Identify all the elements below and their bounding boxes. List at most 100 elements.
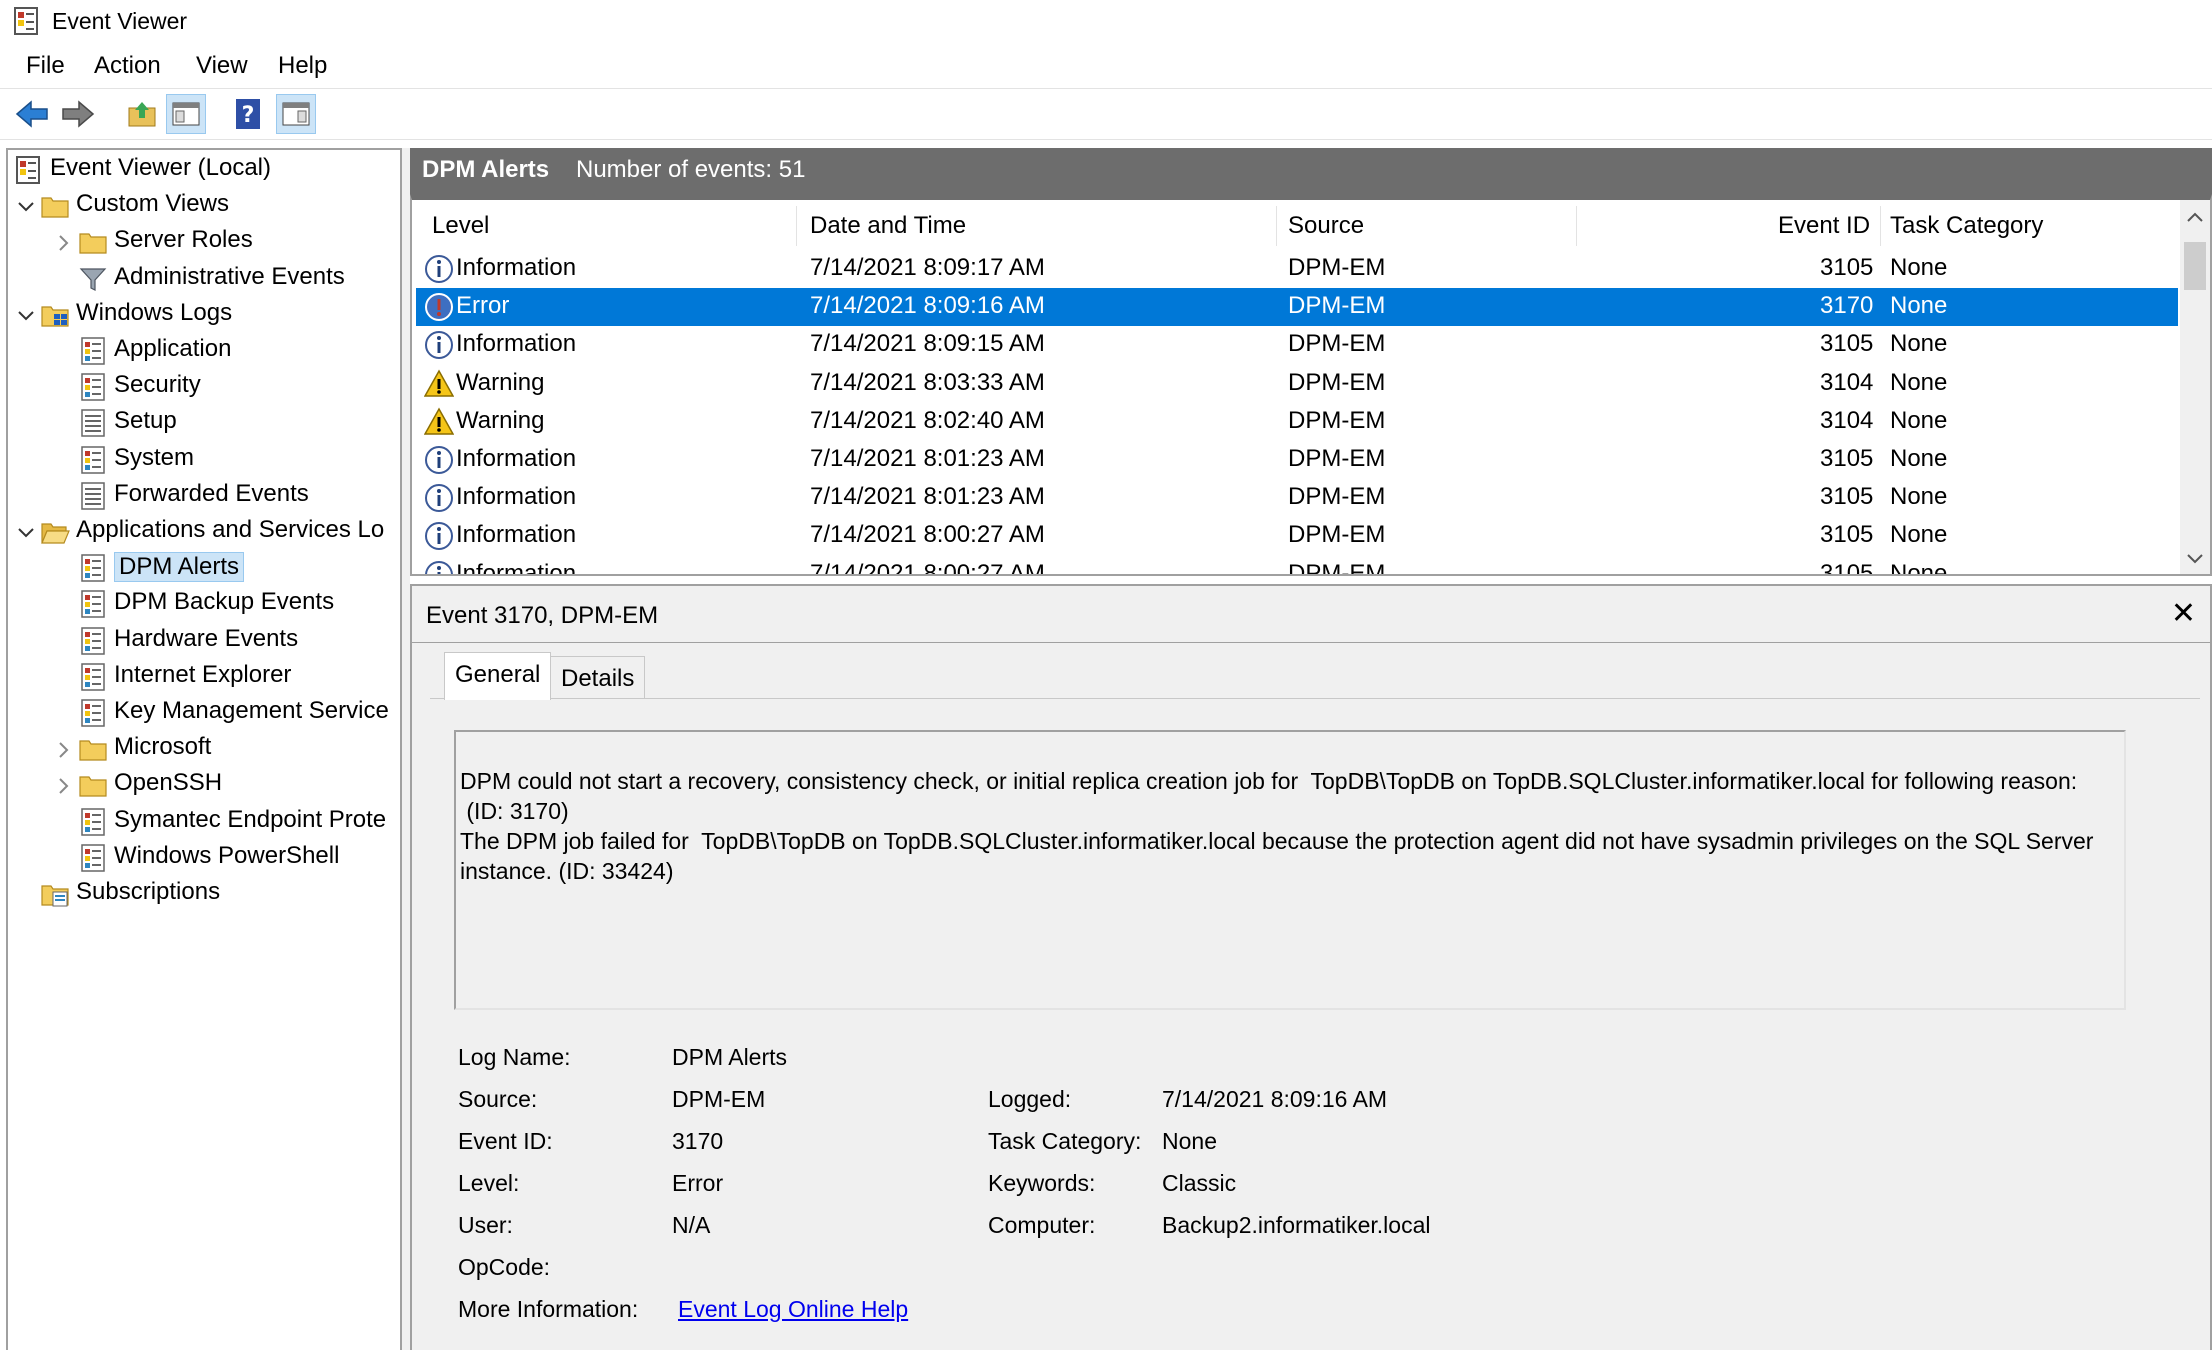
chevron-down-icon[interactable]: [16, 522, 36, 542]
up-folder-icon: [128, 102, 156, 127]
column-level[interactable]: Level: [432, 212, 489, 248]
tree-item-windows-powershell[interactable]: Windows PowerShell: [8, 840, 400, 876]
tree-item-internet-explorer[interactable]: Internet Explorer: [8, 659, 400, 695]
tree-item-applications-and-services-lo[interactable]: Applications and Services Lo: [8, 514, 400, 550]
show-hide-action-pane-icon: [282, 102, 310, 126]
cell-level: Error: [456, 292, 510, 320]
tree-item-label: System: [114, 443, 195, 471]
event-row[interactable]: Warning 7/14/2021 8:03:33 AM DPM-EM 3104 Non…: [416, 365, 2178, 403]
tree-item-windows-logs[interactable]: Windows Logs: [8, 297, 400, 333]
tree-item-openssh[interactable]: OpenSSH: [8, 767, 400, 803]
scroll-up-icon[interactable]: [2186, 210, 2204, 224]
scroll-down-icon[interactable]: [2186, 552, 2204, 566]
close-icon[interactable]: ✕: [2171, 596, 2196, 631]
tree-item-custom-views[interactable]: Custom Views: [8, 188, 400, 224]
level-value: Error: [672, 1170, 724, 1196]
tree-item-administrative-events[interactable]: Administrative Events: [8, 261, 400, 297]
opcode-label: OpCode:: [458, 1254, 551, 1280]
scrollbar-thumb[interactable]: [2184, 242, 2206, 290]
tree-item-hardware-events[interactable]: Hardware Events: [8, 623, 400, 659]
show-hide-action-pane-button[interactable]: [276, 94, 316, 134]
show-hide-console-tree-button[interactable]: [166, 94, 206, 134]
event-row[interactable]: Error 7/14/2021 8:09:16 AM DPM-EM 3170 None: [416, 288, 2178, 327]
tree-item-label: Event Viewer (Local): [50, 154, 271, 181]
tree-item-dpm-backup-events[interactable]: DPM Backup Events: [8, 586, 400, 622]
column-separator[interactable]: [1576, 206, 1577, 246]
help-button[interactable]: ?: [228, 94, 268, 134]
svg-text:?: ?: [242, 103, 255, 128]
tree-item-application[interactable]: Application: [8, 333, 400, 369]
keywords-label: Keywords:: [988, 1170, 1096, 1196]
chevron-down-icon[interactable]: [16, 196, 36, 216]
tree-item-dpm-alerts[interactable]: DPM Alerts: [8, 550, 400, 586]
cell-date-time: 7/14/2021 8:01:23 AM: [810, 445, 1045, 472]
column-separator[interactable]: [796, 206, 797, 246]
event-row[interactable]: Information 7/14/2021 8:09:17 AM DPM-EM 310…: [416, 250, 2178, 288]
log-icon: [78, 807, 108, 837]
log-icon: [78, 843, 108, 873]
cell-source: DPM-EM: [1288, 521, 1386, 549]
chevron-right-icon[interactable]: [54, 775, 74, 795]
cell-level: Warning: [456, 406, 545, 434]
tree-item-security[interactable]: Security: [8, 369, 400, 405]
column-event-id[interactable]: Event ID: [1778, 212, 1870, 248]
tree-item-subscriptions[interactable]: Subscriptions: [8, 876, 400, 912]
menu-action[interactable]: Action: [94, 52, 161, 80]
cell-source: DPM-EM: [1288, 254, 1386, 281]
event-row[interactable]: Warning 7/14/2021 8:02:40 AM DPM-EM 3104 Non…: [416, 403, 2178, 441]
forward-button[interactable]: [58, 94, 98, 134]
cell-task-category: None: [1890, 292, 1948, 320]
folder-icon: [40, 191, 70, 221]
tree-item-setup[interactable]: Setup: [8, 405, 400, 441]
log-icon: [78, 589, 108, 619]
event-description[interactable]: DPM could not start a recovery, consiste…: [454, 730, 2126, 1010]
tree-item-label: Key Management Service: [114, 697, 389, 724]
up-folder-button[interactable]: [122, 94, 162, 134]
tree-item-label: Security: [114, 371, 201, 399]
event-row[interactable]: Information 7/14/2021 8:01:23 AM DPM-EM 310…: [416, 479, 2178, 517]
column-source[interactable]: Source: [1288, 212, 1364, 248]
cell-source: DPM-EM: [1288, 406, 1386, 434]
folder-icon: [78, 227, 108, 257]
window-title: Event Viewer: [52, 8, 188, 34]
cell-event-id: 3170: [1820, 292, 1874, 320]
event-row[interactable]: Information 7/14/2021 8:00:27 AM DPM-EM 310…: [416, 556, 2178, 576]
chevron-down-icon[interactable]: [16, 305, 36, 325]
tree-item-forwarded-events[interactable]: Forwarded Events: [8, 478, 400, 514]
log-icon: [78, 445, 108, 475]
cell-level: Information: [456, 559, 577, 576]
menu-help[interactable]: Help: [278, 52, 327, 80]
cell-task-category: None: [1890, 483, 1948, 511]
tab-general[interactable]: General: [444, 652, 552, 700]
tree-item-microsoft[interactable]: Microsoft: [8, 731, 400, 767]
cell-event-id: 3105: [1820, 483, 1874, 511]
column-task-category[interactable]: Task Category: [1890, 212, 2043, 248]
tree-item-label: Custom Views: [76, 190, 229, 218]
column-separator[interactable]: [1880, 206, 1881, 246]
tree-item-key-management-service[interactable]: Key Management Service: [8, 695, 400, 731]
tree-item-label: Subscriptions: [76, 878, 221, 905]
chevron-right-icon[interactable]: [54, 232, 74, 252]
splitter[interactable]: [402, 148, 410, 1350]
information-icon: [424, 483, 454, 513]
back-button[interactable]: [12, 94, 52, 134]
event-row[interactable]: Information 7/14/2021 8:00:27 AM DPM-EM 310…: [416, 517, 2178, 555]
column-separator[interactable]: [1276, 206, 1277, 246]
event-row[interactable]: Information 7/14/2021 8:09:15 AM DPM-EM 310…: [416, 326, 2178, 364]
event-log-online-help-link[interactable]: Event Log Online Help: [678, 1296, 908, 1323]
tree-item-system[interactable]: System: [8, 442, 400, 478]
grid-scrollbar[interactable]: [2180, 200, 2210, 574]
tree-item-event-viewer-local[interactable]: Event Viewer (Local): [8, 152, 400, 188]
tab-details[interactable]: Details: [550, 656, 646, 700]
chevron-right-icon[interactable]: [54, 739, 74, 759]
user-label: User:: [458, 1212, 513, 1238]
tree-item-symantec-endpoint-prote[interactable]: Symantec Endpoint Prote: [8, 804, 400, 840]
tree-item-server-roles[interactable]: Server Roles: [8, 224, 400, 260]
event-row[interactable]: Information 7/14/2021 8:01:23 AM DPM-EM 310…: [416, 441, 2178, 479]
task-category-value: None: [1162, 1128, 1217, 1154]
menu-file[interactable]: File: [26, 52, 65, 80]
cell-date-time: 7/14/2021 8:00:27 AM: [810, 521, 1045, 549]
menu-view[interactable]: View: [196, 52, 248, 80]
event-viewer-icon: [14, 7, 38, 35]
column-date-time[interactable]: Date and Time: [810, 212, 966, 248]
